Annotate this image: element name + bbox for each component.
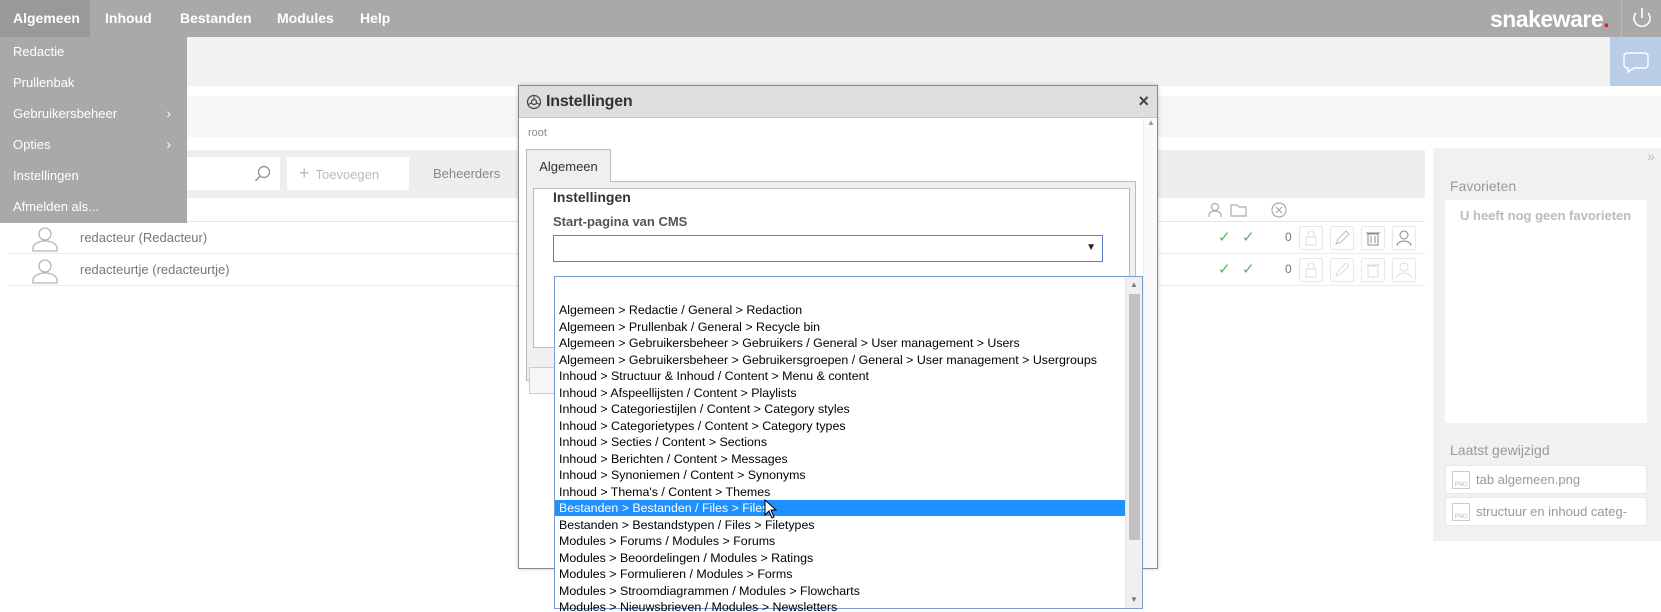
delete-icon[interactable] bbox=[1361, 226, 1385, 250]
brand-dot: . bbox=[1603, 6, 1609, 32]
role-check: ✓ bbox=[1218, 229, 1231, 246]
png-file-icon: PNG bbox=[1452, 471, 1470, 489]
menu-item-instellingen[interactable]: Instellingen bbox=[13, 168, 79, 183]
user-role-icon bbox=[1208, 202, 1222, 217]
nav-bestanden[interactable]: Bestanden bbox=[180, 0, 252, 37]
edit-icon[interactable] bbox=[1330, 258, 1354, 282]
favorites-title: Favorieten bbox=[1450, 178, 1517, 194]
add-button[interactable]: + Toevoegen bbox=[287, 157, 409, 190]
sidebar-panel: » Favorieten U heeft nog geen favorieten… bbox=[1433, 148, 1661, 541]
recent-file-item[interactable]: PNG tab algemeen.png bbox=[1445, 465, 1647, 494]
scroll-down-icon[interactable]: ▼ bbox=[1126, 592, 1142, 608]
listbox-option[interactable]: Inhoud > Categoriestijlen / Content > Ca… bbox=[555, 401, 1125, 417]
impersonate-icon[interactable] bbox=[1392, 258, 1416, 282]
user-count: 0 bbox=[1285, 230, 1292, 244]
role-check: ✓ bbox=[1218, 261, 1231, 278]
search-icon bbox=[254, 165, 271, 182]
collapse-panel-icon[interactable]: » bbox=[1647, 148, 1655, 164]
favorites-empty-text: U heeft nog geen favorieten bbox=[1460, 208, 1632, 223]
status-icon bbox=[1271, 202, 1287, 218]
chevron-down-icon: ▼ bbox=[1086, 242, 1096, 253]
listbox-option[interactable]: Modules > Nieuwsbrieven / Modules > News… bbox=[555, 599, 1125, 612]
nav-help[interactable]: Help bbox=[360, 0, 390, 37]
algemeen-menu: Redactie Prullenbak Gebruikersbeheer › O… bbox=[0, 37, 187, 223]
chevron-right-icon: › bbox=[166, 136, 171, 152]
breadcrumb: root bbox=[528, 127, 547, 139]
access-check: ✓ bbox=[1242, 229, 1255, 246]
menu-item-opties[interactable]: Opties bbox=[13, 137, 51, 152]
nav-algemeen[interactable]: Algemeen bbox=[0, 0, 90, 37]
edit-icon[interactable] bbox=[1330, 226, 1354, 250]
section-title: Instellingen bbox=[553, 189, 631, 205]
listbox-option[interactable]: Inhoud > Secties / Content > Sections bbox=[555, 434, 1125, 450]
add-label: Toevoegen bbox=[315, 167, 380, 182]
listbox-option[interactable]: Bestanden > Bestandstypen / Files > File… bbox=[555, 517, 1125, 533]
listbox-option[interactable]: Inhoud > Afspeellijsten / Content > Play… bbox=[555, 385, 1125, 401]
impersonate-icon[interactable] bbox=[1392, 226, 1416, 250]
listbox-option[interactable]: Modules > Stroomdiagrammen / Modules > F… bbox=[555, 583, 1125, 599]
listbox-option[interactable]: Inhoud > Synoniemen / Content > Synonyms bbox=[555, 467, 1125, 483]
listbox-option[interactable]: Algemeen > Redactie / General > Redactio… bbox=[555, 302, 1125, 318]
brand-logo: snakeware. bbox=[1489, 6, 1610, 33]
recent-file-item[interactable]: PNG structuur en inhoud categ- bbox=[1445, 497, 1647, 526]
brand-name: snakeware bbox=[1489, 6, 1604, 32]
menu-item-afmelden[interactable]: Afmelden als... bbox=[13, 199, 99, 214]
listbox-option[interactable]: Modules > Formulieren / Modules > Forms bbox=[555, 566, 1125, 582]
chevron-right-icon: › bbox=[166, 105, 171, 121]
menu-item-gebruikersbeheer[interactable]: Gebruikersbeheer bbox=[13, 106, 117, 121]
mouse-cursor-icon bbox=[764, 499, 778, 519]
listbox-option[interactable]: Inhoud > Structuur & Inhoud / Content > … bbox=[555, 368, 1125, 384]
listbox-option[interactable]: Bestanden > Bestanden / Files > Files bbox=[555, 500, 1125, 516]
scrollbar-thumb[interactable] bbox=[1129, 294, 1140, 540]
avatar bbox=[32, 259, 58, 284]
chat-icon[interactable] bbox=[1610, 37, 1661, 86]
delete-icon[interactable] bbox=[1361, 258, 1385, 282]
listbox-option[interactable]: Algemeen > Prullenbak / General > Recycl… bbox=[555, 319, 1125, 335]
avatar bbox=[32, 227, 58, 252]
listbox-scrollbar[interactable]: ▲ ▼ bbox=[1125, 277, 1142, 608]
scroll-up-icon[interactable]: ▲ bbox=[1147, 118, 1155, 127]
recent-file-name: structuur en inhoud categ- bbox=[1476, 504, 1628, 519]
png-file-icon: PNG bbox=[1452, 503, 1470, 521]
menu-item-prullenbak[interactable]: Prullenbak bbox=[13, 75, 74, 90]
lock-icon[interactable] bbox=[1299, 226, 1323, 250]
access-check: ✓ bbox=[1242, 261, 1255, 278]
start-page-select[interactable]: ▼ bbox=[553, 235, 1103, 262]
close-icon[interactable]: × bbox=[1138, 91, 1149, 112]
lock-icon[interactable] bbox=[1299, 258, 1323, 282]
user-name: redacteurtje (redacteurtje) bbox=[80, 262, 230, 277]
subheader-bar bbox=[0, 37, 1661, 86]
search-input[interactable] bbox=[180, 157, 280, 190]
listbox-option[interactable]: Inhoud > Categorietypes / Content > Cate… bbox=[555, 418, 1125, 434]
tab-algemeen[interactable]: Algemeen bbox=[526, 149, 611, 182]
listbox-option[interactable]: Algemeen > Gebruikersbeheer > Gebruikers… bbox=[555, 352, 1125, 368]
top-navigation-bar: Algemeen Inhoud Bestanden Modules Help s… bbox=[0, 0, 1661, 37]
recent-title: Laatst gewijzigd bbox=[1450, 442, 1550, 458]
favorites-list: U heeft nog geen favorieten bbox=[1445, 200, 1647, 423]
nav-inhoud[interactable]: Inhoud bbox=[105, 0, 152, 37]
dialog-scrollbar[interactable]: ▲ bbox=[1143, 118, 1157, 568]
start-page-label: Start-pagina van CMS bbox=[553, 214, 688, 229]
group-filter-beheerders[interactable]: Beheerders bbox=[433, 150, 500, 197]
menu-item-redactie[interactable]: Redactie bbox=[13, 44, 64, 59]
listbox-option[interactable]: Modules > Forums / Modules > Forums bbox=[555, 533, 1125, 549]
listbox-option[interactable]: Algemeen > Gebruikersbeheer > Gebruikers… bbox=[555, 335, 1125, 351]
folder-access-icon bbox=[1230, 204, 1247, 217]
nav-modules[interactable]: Modules bbox=[277, 0, 334, 37]
dialog-title: Instellingen bbox=[546, 93, 633, 110]
scroll-up-icon[interactable]: ▲ bbox=[1126, 277, 1142, 293]
listbox-option[interactable]: Inhoud > Thema's / Content > Themes bbox=[555, 484, 1125, 500]
power-icon[interactable] bbox=[1621, 0, 1661, 37]
settings-icon bbox=[526, 94, 542, 110]
start-page-options-list[interactable]: Algemeen > Redactie / General > Redactio… bbox=[554, 276, 1143, 612]
listbox-option[interactable]: Modules > Beoordelingen / Modules > Rati… bbox=[555, 550, 1125, 566]
dialog-header: Instellingen × bbox=[519, 86, 1157, 118]
plus-icon: + bbox=[299, 163, 310, 183]
listbox-option[interactable]: Inhoud > Berichten / Content > Messages bbox=[555, 451, 1125, 467]
user-name: redacteur (Redacteur) bbox=[80, 230, 208, 245]
recent-file-name: tab algemeen.png bbox=[1476, 472, 1581, 487]
user-count: 0 bbox=[1285, 262, 1292, 276]
